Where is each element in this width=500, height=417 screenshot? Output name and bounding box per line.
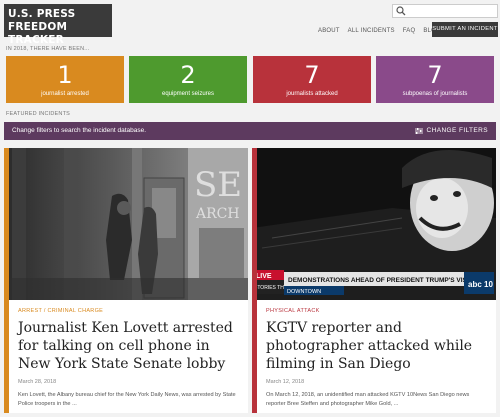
nav-about[interactable]: ABOUT xyxy=(318,28,340,34)
incident-photo[interactable]: LIVE STORIES THAT MATTER DEMONSTRATIONS … xyxy=(252,148,496,300)
featured-label: FEATURED INCIDENTS xyxy=(6,111,71,117)
site-logo[interactable]: U.S. PRESS FREEDOM TRACKER xyxy=(4,4,112,46)
stat-label: journalists attacked xyxy=(286,91,338,97)
card-category[interactable]: ARREST / CRIMINAL CHARGE xyxy=(18,308,240,314)
photo-text-1: SE xyxy=(194,165,242,205)
search-icon xyxy=(396,6,406,16)
submit-incident-button[interactable]: SUBMIT AN INCIDENT xyxy=(432,22,498,37)
stat-equipment-seizures[interactable]: 2 equipment seizures xyxy=(129,56,247,103)
search-box[interactable] xyxy=(392,4,498,18)
stat-value: 7 xyxy=(427,61,443,89)
stat-subpoenas[interactable]: 7 subpoenas of journalists xyxy=(376,56,494,103)
card-date: March 12, 2018 xyxy=(266,379,305,385)
stat-label: subpoenas of journalists xyxy=(402,91,468,97)
filter-bar: Change filters to search the incident da… xyxy=(4,122,496,140)
card-body: ARREST / CRIMINAL CHARGE Journalist Ken … xyxy=(18,308,240,409)
stat-label: equipment seizures xyxy=(161,91,215,97)
nav-faq[interactable]: FAQ xyxy=(403,28,416,34)
stat-label: journalist arrested xyxy=(41,91,89,97)
stat-journalists-attacked[interactable]: 7 journalists attacked xyxy=(253,56,371,103)
card-excerpt: On March 12, 2018, an unidentified man a… xyxy=(266,392,470,407)
card-category[interactable]: PHYSICAL ATTACK xyxy=(266,308,488,314)
channel-logo: abc 10 xyxy=(468,280,493,289)
stat-value: 1 xyxy=(57,61,73,89)
site-header: U.S. PRESS FREEDOM TRACKER ABOUT ALL INC… xyxy=(0,0,500,46)
change-filters-button[interactable]: CHANGE FILTERS xyxy=(414,122,488,140)
stats-row: 1 journalist arrested 2 equipment seizur… xyxy=(6,56,494,103)
change-filters-label: CHANGE FILTERS xyxy=(426,127,488,134)
search-input[interactable] xyxy=(409,5,495,17)
live-label: LIVE xyxy=(256,273,272,280)
card-body: PHYSICAL ATTACK KGTV reporter and photog… xyxy=(266,308,488,409)
photo-text-2: ARCH xyxy=(195,206,240,222)
stat-value: 7 xyxy=(304,61,320,89)
logo-line-2: FREEDOM TRACKER xyxy=(8,21,68,46)
chyron-sub: DOWNTOWN xyxy=(287,289,321,295)
card-title[interactable]: KGTV reporter and photographer attacked … xyxy=(266,319,488,373)
card-accent xyxy=(252,148,257,413)
stats-intro: IN 2018, THERE HAVE BEEN... xyxy=(6,46,90,52)
stat-journalist-arrested[interactable]: 1 journalist arrested xyxy=(6,56,124,103)
logo-line-1: U.S. PRESS xyxy=(8,8,76,20)
incident-card[interactable]: LIVE STORIES THAT MATTER DEMONSTRATIONS … xyxy=(252,148,496,413)
filter-hint: Change filters to search the incident da… xyxy=(12,127,147,134)
nav-all-incidents[interactable]: ALL INCIDENTS xyxy=(348,28,395,34)
card-accent xyxy=(4,148,9,413)
card-title[interactable]: Journalist Ken Lovett arrested for talki… xyxy=(18,319,240,373)
chyron-headline: DEMONSTRATIONS AHEAD OF PRESIDENT TRUMP'… xyxy=(288,277,473,284)
card-excerpt: Ken Lovett, the Albany bureau chief for … xyxy=(18,392,236,407)
incident-card[interactable]: SE ARCH ARREST / CRIMINAL CHARGE Journal… xyxy=(4,148,248,413)
stat-value: 2 xyxy=(180,61,196,89)
filter-icon xyxy=(414,128,423,134)
incident-photo[interactable]: SE ARCH xyxy=(4,148,248,300)
main-nav: ABOUT ALL INCIDENTS FAQ BLOG xyxy=(318,25,441,37)
card-date: March 28, 2018 xyxy=(18,379,57,385)
